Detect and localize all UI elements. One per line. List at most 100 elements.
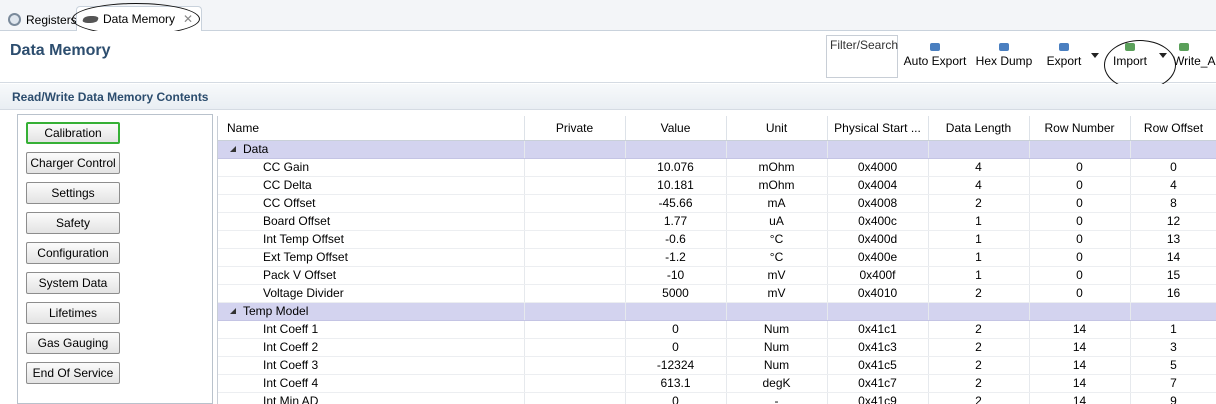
column-header-data-length[interactable]: Data Length [928,116,1030,141]
cell-value[interactable]: -45.66 [625,194,727,213]
tab-registers-label: Registers [26,12,77,27]
write-all-button[interactable]: Write_A [1173,43,1216,75]
group-row[interactable]: Temp Model [218,302,1216,321]
close-icon[interactable]: ✕ [183,12,193,26]
filter-search-input[interactable]: Filter/Search [826,35,898,78]
import-label: Import [1112,54,1147,68]
cell-row-number: 14 [1029,392,1131,404]
cell-name: Int Coeff 4 [218,374,525,393]
expand-triangle-icon[interactable] [230,307,236,314]
column-header-value[interactable]: Value [625,116,727,141]
column-header-row-number[interactable]: Row Number [1029,116,1131,141]
column-header-unit[interactable]: Unit [726,116,828,141]
cell-name: Pack V Offset [218,266,525,285]
import-button[interactable]: Import [1109,43,1151,75]
import-icon [1125,43,1135,51]
cell-value[interactable]: 613.1 [625,374,727,393]
cell-value[interactable]: 0 [625,320,727,339]
category-button-calibration[interactable]: Calibration [26,122,120,144]
page-title: Data Memory [10,42,111,59]
group-empty-cell [827,140,929,159]
table-row[interactable]: Int Min AD 0-0x41c9 2 14 9 [218,392,1216,404]
table-row[interactable]: Pack V Offset -10 mV 0x400f 1 0 15 [218,266,1216,285]
hex-dump-icon [999,43,1009,51]
table-row[interactable]: Voltage Divider 5000 mV 0x4010 2 0 16 [218,284,1216,303]
category-button-system-data[interactable]: System Data [26,272,120,294]
auto-export-button[interactable]: Auto Export [902,43,968,75]
group-empty-cell [1029,302,1131,321]
export-label: Export [1046,54,1082,68]
category-button-settings[interactable]: Settings [26,182,120,204]
cell-value[interactable]: -12324 [625,356,727,375]
group-empty-cell [726,140,828,159]
group-empty-cell [524,140,626,159]
cell-data-length: 2 [928,284,1030,303]
table-row[interactable]: Int Coeff 1 0 Num 0x41c1 2 14 1 [218,320,1216,339]
table-body: Data CC Gain 10.076 mOhm 0x4000 4 0 0 CC Delta 10… [218,140,1216,404]
category-button-charger-control[interactable]: Charger Control [26,152,120,174]
group-empty-cell [928,140,1030,159]
write-all-label: Write_A [1173,54,1216,68]
cell-value[interactable]: 0 [625,392,727,404]
cell-value[interactable]: 10.076 [625,158,727,177]
expand-triangle-icon[interactable] [230,145,236,152]
cell-value[interactable]: -0.6 [625,230,727,249]
cell-name: CC Gain [218,158,525,177]
cell-value[interactable]: -10 [625,266,727,285]
cell-unit: uA [726,212,828,231]
export-icon [1059,43,1069,51]
table-row[interactable]: CC Gain 10.076 mOhm 0x4000 4 0 0 [218,158,1216,177]
cell-data-length: 1 [928,212,1030,231]
cell-physical-start: 0x4000 [827,158,929,177]
category-button-configuration[interactable]: Configuration [26,242,120,264]
cell-name: CC Offset [218,194,525,213]
table-row[interactable]: Int Temp Offset -0.6 °C 0x400d 1 0 13 [218,230,1216,249]
table-row[interactable]: Board Offset 1.77 uA 0x400c 1 0 12 [218,212,1216,231]
hex-dump-button[interactable]: Hex Dump [973,43,1035,75]
filter-search-label: Filter/Search [830,38,899,52]
cell-data-length: 1 [928,230,1030,249]
cell-private [524,284,626,303]
cell-physical-start: 0x400c [827,212,929,231]
cell-value[interactable]: 1.77 [625,212,727,231]
column-header-physical-start[interactable]: Physical Start ... [827,116,929,141]
cell-row-offset: 15 [1130,266,1216,285]
cell-row-offset: 3 [1130,338,1216,357]
cell-data-length: 2 [928,338,1030,357]
cell-row-number: 0 [1029,230,1131,249]
cell-physical-start: 0x41c1 [827,320,929,339]
tab-registers[interactable]: Registers [2,8,83,31]
hex-dump-label: Hex Dump [975,54,1033,68]
cell-value[interactable]: 5000 [625,284,727,303]
gear-icon [8,13,21,26]
cell-value[interactable]: -1.2 [625,248,727,267]
column-header-private[interactable]: Private [524,116,626,141]
column-header-name[interactable]: Name [218,116,525,141]
cell-name: Int Coeff 1 [218,320,525,339]
group-empty-cell [726,302,828,321]
category-button-safety[interactable]: Safety [26,212,120,234]
cell-name: CC Delta [218,176,525,195]
category-button-lifetimes[interactable]: Lifetimes [26,302,120,324]
cell-row-number: 0 [1029,194,1131,213]
export-button[interactable]: Export [1043,43,1085,75]
cell-physical-start: 0x41c5 [827,356,929,375]
table-row[interactable]: CC Delta 10.181 mOhm 0x4004 4 0 4 [218,176,1216,195]
table-row[interactable]: Int Coeff 2 0 Num 0x41c3 2 14 3 [218,338,1216,357]
category-button-gas-gauging[interactable]: Gas Gauging [26,332,120,354]
cell-value[interactable]: 10.181 [625,176,727,195]
table-row[interactable]: Int Coeff 3 -12324 Num 0x41c5 2 14 5 [218,356,1216,375]
group-row[interactable]: Data [218,140,1216,159]
export-dropdown-arrow[interactable] [1091,53,1099,58]
table-row[interactable]: CC Offset -45.66 mA 0x4008 2 0 8 [218,194,1216,213]
cell-row-number: 14 [1029,356,1131,375]
table-row[interactable]: Int Coeff 4 613.1 degK 0x41c7 2 14 7 [218,374,1216,393]
table-row[interactable]: Ext Temp Offset -1.2 °C 0x400e 1 0 14 [218,248,1216,267]
group-empty-cell [928,302,1030,321]
cell-value[interactable]: 0 [625,338,727,357]
import-dropdown-arrow[interactable] [1159,53,1167,58]
category-button-end-of-service[interactable]: End Of Service [26,362,120,384]
tab-data-memory[interactable]: Data Memory ✕ [76,6,203,31]
column-header-row-offset[interactable]: Row Offset [1130,116,1216,141]
cell-unit: mOhm [726,158,828,177]
